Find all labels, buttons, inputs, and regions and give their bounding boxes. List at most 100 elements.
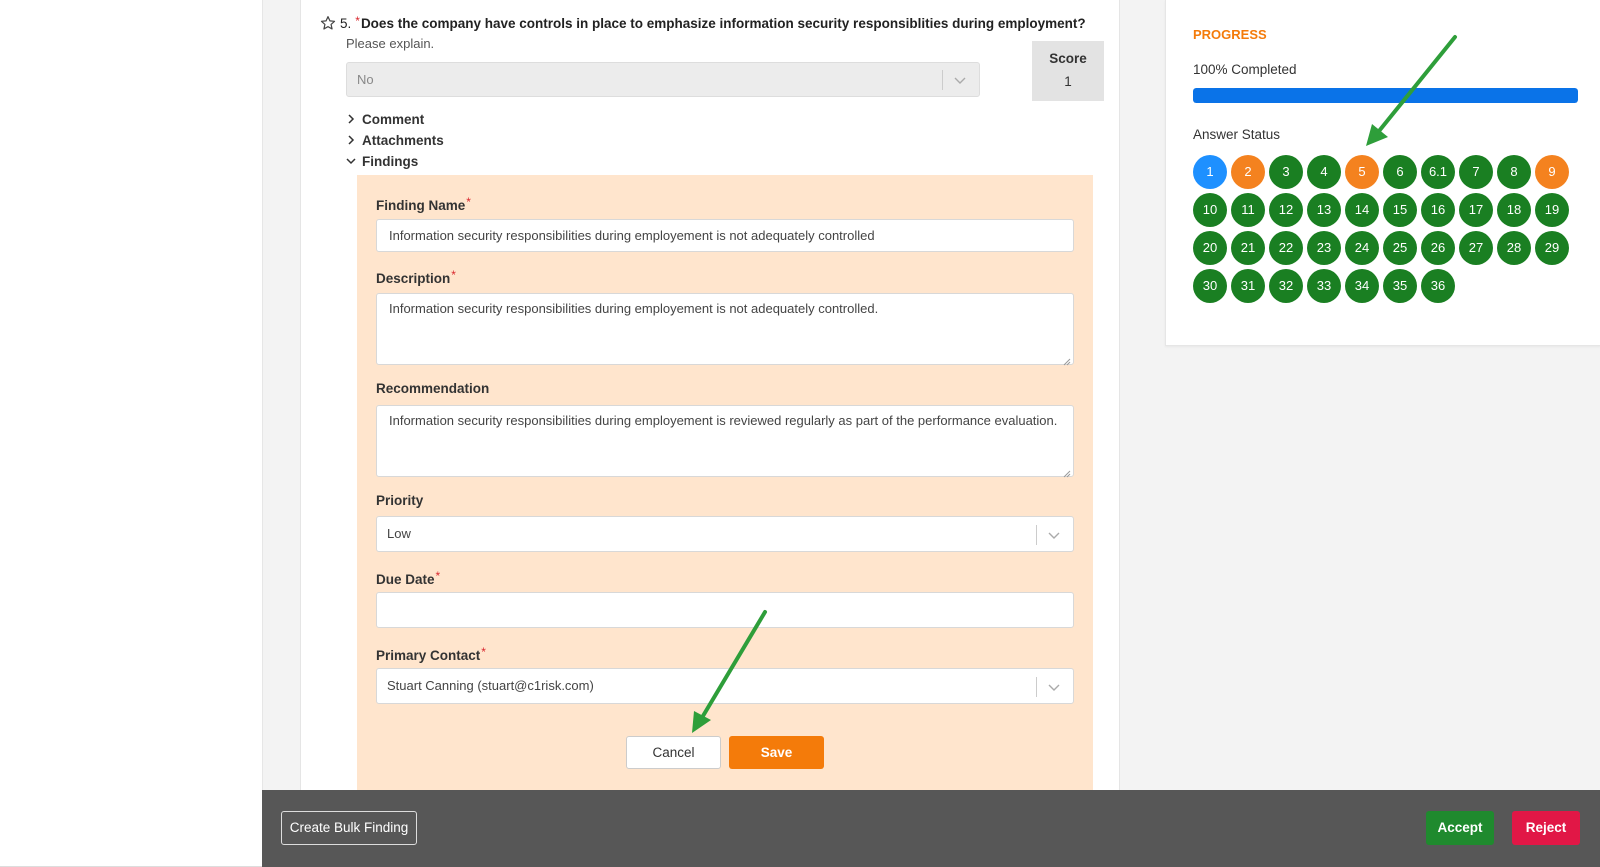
progress-title: PROGRESS — [1193, 27, 1267, 42]
primary-contact-value: Stuart Canning (stuart@c1risk.com) — [387, 678, 594, 693]
answer-status-bubble[interactable]: 20 — [1193, 231, 1227, 265]
comment-toggle[interactable]: Comment — [346, 112, 424, 127]
priority-value: Low — [387, 526, 411, 541]
description-textarea[interactable]: Information security responsibilities du… — [376, 293, 1074, 366]
primary-contact-select[interactable]: Stuart Canning (stuart@c1risk.com) — [376, 668, 1074, 704]
answer-status-bubble[interactable]: 6 — [1383, 155, 1417, 189]
chevron-down-icon — [953, 73, 967, 87]
answer-status-bubble[interactable]: 36 — [1421, 269, 1455, 303]
answer-status-bubble[interactable]: 24 — [1345, 231, 1379, 265]
recommendation-textarea[interactable]: Information security responsibilities du… — [376, 405, 1074, 478]
question-heading: 5. *Does the company have controls in pla… — [320, 14, 1086, 31]
finding-name-input[interactable]: Information security responsibilities du… — [376, 219, 1074, 252]
answer-status-title: Answer Status — [1193, 127, 1281, 142]
due-date-label-text: Due Date — [376, 572, 435, 587]
select-divider — [942, 70, 943, 90]
save-button[interactable]: Save — [729, 736, 824, 769]
answer-status-bubble[interactable]: 28 — [1497, 231, 1531, 265]
finding-name-value: Information security responsibilities du… — [389, 228, 875, 243]
answer-status-bubble[interactable]: 32 — [1269, 269, 1303, 303]
chevron-down-icon — [1047, 680, 1061, 694]
description-label: Description* — [376, 268, 456, 286]
finding-name-label: Finding Name* — [376, 195, 471, 213]
primary-contact-label: Primary Contact* — [376, 645, 486, 663]
finding-name-label-text: Finding Name — [376, 198, 466, 213]
answer-status-bubble[interactable]: 2 — [1231, 155, 1265, 189]
select-divider — [1036, 525, 1037, 545]
answer-status-bubble[interactable]: 35 — [1383, 269, 1417, 303]
answer-status-bubble[interactable]: 12 — [1269, 193, 1303, 227]
answer-status-bubble[interactable]: 23 — [1307, 231, 1341, 265]
answer-status-bubble[interactable]: 7 — [1459, 155, 1493, 189]
question-number: 5. — [340, 16, 352, 31]
answer-status-bubble[interactable]: 16 — [1421, 193, 1455, 227]
findings-panel — [357, 175, 1093, 800]
answer-status-bubble[interactable]: 18 — [1497, 193, 1531, 227]
priority-label: Priority — [376, 493, 424, 508]
answer-status-bubble[interactable]: 27 — [1459, 231, 1493, 265]
answer-status-bubble[interactable]: 26 — [1421, 231, 1455, 265]
accept-button[interactable]: Accept — [1426, 811, 1494, 845]
answer-status-bubble[interactable]: 31 — [1231, 269, 1265, 303]
answer-status-bubble[interactable]: 1 — [1193, 155, 1227, 189]
answer-status-bubble[interactable]: 14 — [1345, 193, 1379, 227]
answer-status-bubble[interactable]: 21 — [1231, 231, 1265, 265]
attachments-toggle[interactable]: Attachments — [346, 133, 444, 148]
star-icon[interactable] — [320, 15, 336, 31]
answer-status-bubble[interactable]: 10 — [1193, 193, 1227, 227]
answer-status-bubble[interactable]: 25 — [1383, 231, 1417, 265]
answer-status-bubble[interactable]: 22 — [1269, 231, 1303, 265]
question-text: Does the company have controls in place … — [360, 16, 1086, 31]
answer-status-bubble[interactable]: 33 — [1307, 269, 1341, 303]
priority-select[interactable]: Low — [376, 516, 1074, 552]
description-label-text: Description — [376, 271, 451, 286]
answer-status-bubble[interactable]: 5 — [1345, 155, 1379, 189]
resize-grip-icon[interactable] — [1063, 354, 1071, 366]
chevron-right-icon — [346, 112, 356, 124]
cancel-button[interactable]: Cancel — [626, 736, 721, 769]
due-date-label: Due Date* — [376, 569, 440, 587]
answer-status-bubble[interactable]: 15 — [1383, 193, 1417, 227]
answer-status-bubble[interactable]: 19 — [1535, 193, 1569, 227]
score-box: Score 1 — [1032, 41, 1104, 101]
findings-label: Findings — [362, 154, 419, 169]
answer-select-value: No — [357, 72, 374, 87]
required-asterisk: * — [451, 268, 456, 282]
recommendation-value: Information security responsibilities du… — [389, 413, 1058, 428]
answer-status-bubble[interactable]: 34 — [1345, 269, 1379, 303]
progress-bar — [1193, 88, 1578, 103]
chevron-down-icon — [1047, 528, 1061, 542]
footer-bar — [262, 790, 1600, 867]
answer-select[interactable]: No — [346, 62, 980, 97]
required-asterisk: * — [355, 14, 360, 28]
required-asterisk: * — [481, 645, 486, 659]
answer-status-bubble[interactable]: 9 — [1535, 155, 1569, 189]
progress-bar-fill — [1193, 88, 1578, 103]
answer-status-bubble[interactable]: 29 — [1535, 231, 1569, 265]
answer-status-bubble[interactable]: 17 — [1459, 193, 1493, 227]
description-value: Information security responsibilities du… — [389, 301, 879, 316]
required-asterisk: * — [435, 569, 441, 583]
required-asterisk: * — [466, 195, 471, 209]
due-date-input[interactable] — [376, 592, 1074, 628]
answer-status-bubble[interactable]: 4 — [1307, 155, 1341, 189]
resize-grip-icon[interactable] — [1063, 466, 1071, 478]
progress-completed-text: 100% Completed — [1193, 62, 1297, 77]
reject-button[interactable]: Reject — [1512, 811, 1580, 845]
chevron-down-icon — [346, 154, 356, 165]
answer-status-bubble[interactable]: 8 — [1497, 155, 1531, 189]
answer-status-bubble[interactable]: 13 — [1307, 193, 1341, 227]
findings-toggle[interactable]: Findings — [346, 154, 418, 169]
answer-status-bubble[interactable]: 30 — [1193, 269, 1227, 303]
comment-label: Comment — [362, 112, 425, 127]
answer-status-bubble[interactable]: 6.1 — [1421, 155, 1455, 189]
answer-status-bubble[interactable]: 11 — [1231, 193, 1265, 227]
primary-contact-label-text: Primary Contact — [376, 648, 481, 663]
answer-status-bubble[interactable]: 3 — [1269, 155, 1303, 189]
score-label: Score — [1049, 51, 1087, 66]
chevron-right-icon — [346, 133, 356, 145]
select-divider — [1036, 677, 1037, 697]
recommendation-label: Recommendation — [376, 381, 490, 396]
create-bulk-finding-button[interactable]: Create Bulk Finding — [281, 811, 417, 845]
question-hint: Please explain. — [346, 36, 435, 51]
